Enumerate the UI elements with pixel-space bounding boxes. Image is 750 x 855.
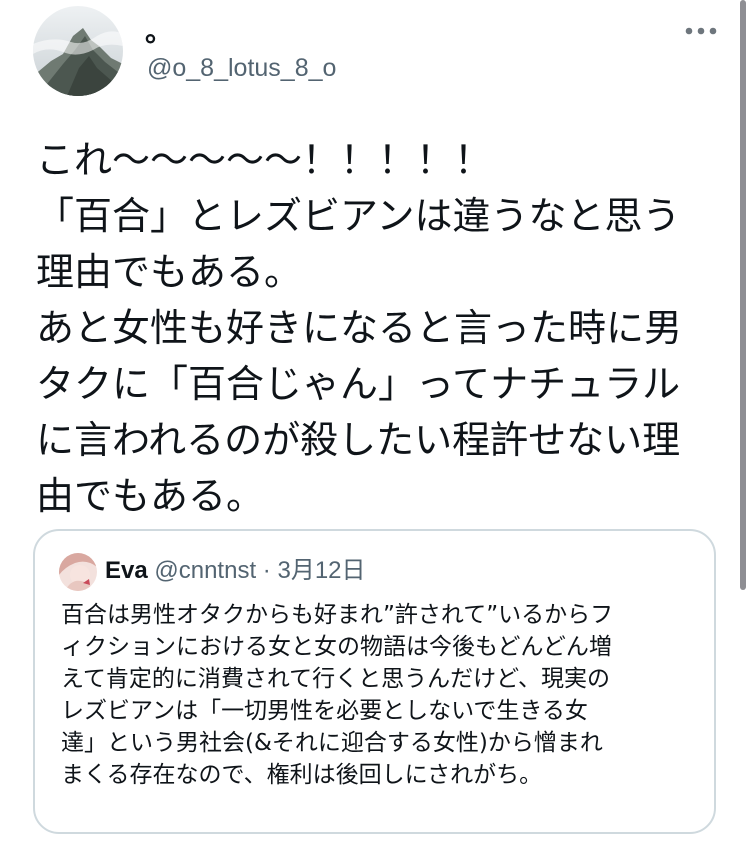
tweet-text-line: に言われるのが殺したい程許せない理 <box>36 418 681 462</box>
quoted-text-line: ィクションにおける女と女の物語は今後もどんどん増 <box>61 634 612 660</box>
quoted-text-line: 百合は男性オタクからも好まれ”許されて”いるからフ <box>61 602 614 628</box>
quoted-text-line: レズビアンは「一切男性を必要としないで生きる女 <box>61 698 588 724</box>
quoted-tweet-card[interactable]: Eva @cnntnst · 3月12日 百合は男性オタクからも好まれ”許されて… <box>33 529 716 834</box>
author-handle[interactable]: @o_8_lotus_8_o <box>147 52 336 84</box>
quoted-text-line: まくる存在なので、権利は後回しにされがち。 <box>61 762 543 788</box>
tweet-text-line: 「百合」とレズビアンは違うなと思う <box>36 194 681 238</box>
mountain-avatar-icon <box>33 6 123 96</box>
scrollbar[interactable] <box>740 0 746 590</box>
quoted-tweet-date[interactable]: 3月12日 <box>277 557 365 584</box>
header-separator: · <box>262 557 271 584</box>
tweet-text: これ〜〜〜〜〜！！！！！ 「百合」とレズビアンは違うなと思う 理由でもある。 あ… <box>36 132 716 524</box>
quoted-author-avatar[interactable] <box>59 553 97 591</box>
tweet-text-line: 由でもある。 <box>36 474 265 518</box>
tweet-text-line: タクに「百合じゃん」ってナチュラル <box>36 362 681 406</box>
quoted-text-line: えて肯定的に消費されて行くと思うんだけど、現実の <box>61 666 611 692</box>
quoted-tweet-header: Eva @cnntnst · 3月12日 <box>105 555 366 587</box>
quoted-text-line: 達」という男社会(&それに迎合する女性)から憎まれ <box>61 730 603 756</box>
tweet-text-line: これ〜〜〜〜〜！！！！！ <box>36 138 493 182</box>
more-horizontal-icon <box>685 27 717 35</box>
quoted-tweet-text: 百合は男性オタクからも好まれ”許されて”いるからフ ィクションにおける女と女の物… <box>61 599 701 791</box>
author-avatar[interactable] <box>33 6 123 96</box>
tweet-text-line: 理由でもある。 <box>36 250 303 294</box>
quoted-author-name[interactable]: Eva <box>105 557 148 584</box>
more-options-button[interactable] <box>684 22 718 40</box>
quoted-author-handle[interactable]: @cnntnst <box>154 557 256 584</box>
tweet-text-line: あと女性も好きになると言った時に男 <box>36 306 683 350</box>
tweet-page: 。 @o_8_lotus_8_o これ〜〜〜〜〜！！！！！ 「百合」とレズビアン… <box>0 0 750 855</box>
author-display-name[interactable]: 。 <box>145 14 173 50</box>
user-avatar-icon <box>59 553 97 591</box>
